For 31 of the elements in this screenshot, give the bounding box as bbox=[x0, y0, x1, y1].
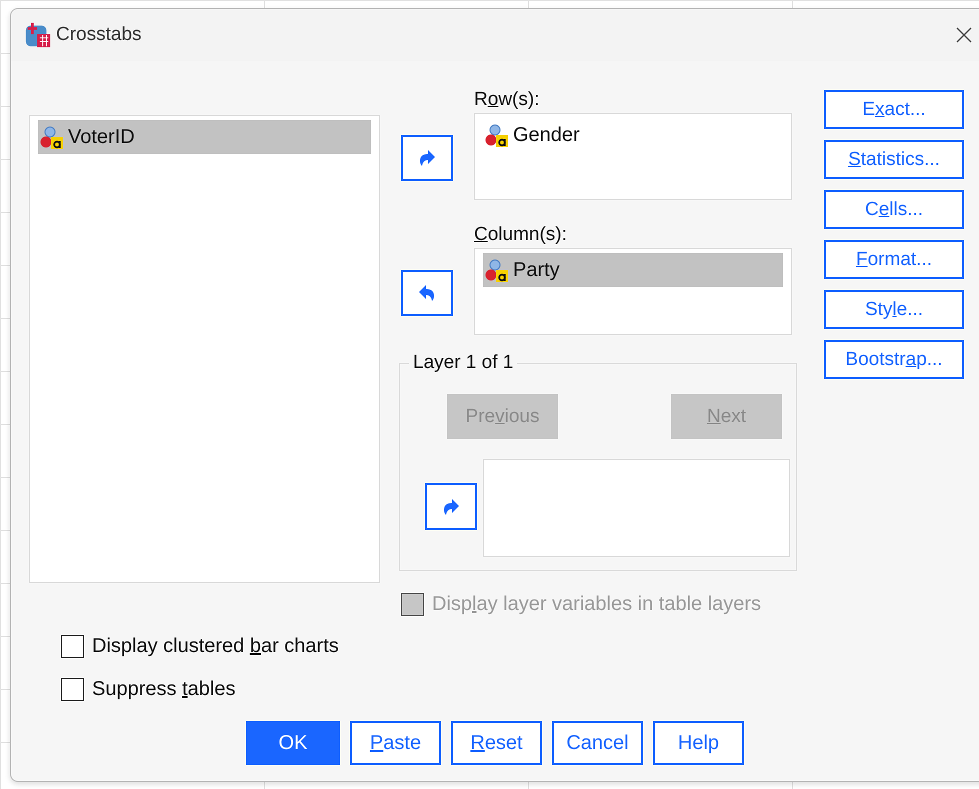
dialog-button[interactable]: Style... bbox=[824, 290, 964, 329]
dialog-button[interactable]: Cells... bbox=[824, 190, 964, 229]
variable-item[interactable]: VoterID bbox=[38, 120, 371, 154]
string-variable-icon bbox=[40, 125, 64, 149]
string-variable-icon bbox=[485, 123, 509, 147]
checkbox-label: Suppress tables bbox=[92, 678, 236, 701]
list-label: Row(s): bbox=[474, 88, 540, 112]
dialog-button[interactable]: Exact... bbox=[824, 90, 964, 129]
move-arrow-button[interactable] bbox=[401, 270, 453, 316]
dialog-button[interactable]: Reset bbox=[451, 721, 542, 765]
dialog-button[interactable]: Statistics... bbox=[824, 140, 964, 179]
variable-item[interactable]: Party bbox=[483, 253, 783, 287]
layer-group-title: Layer 1 of 1 bbox=[409, 352, 518, 374]
checkbox[interactable] bbox=[61, 678, 84, 701]
checkbox[interactable] bbox=[61, 635, 84, 658]
checkbox-label: Display clustered bar charts bbox=[92, 635, 339, 658]
dialog-button[interactable]: Paste bbox=[350, 721, 441, 765]
checkbox-label: Display layer variables in table layers bbox=[432, 593, 762, 616]
string-variable-icon bbox=[485, 258, 509, 282]
close-icon[interactable] bbox=[956, 27, 972, 43]
variable-item[interactable]: Gender bbox=[483, 118, 783, 152]
list-label: Column(s): bbox=[474, 223, 568, 247]
move-arrow-button[interactable] bbox=[401, 135, 453, 181]
move-arrow-button[interactable] bbox=[425, 483, 477, 530]
dialog-button[interactable]: Format... bbox=[824, 240, 964, 279]
window-title: Crosstabs bbox=[56, 24, 142, 46]
crosstab-table-icon bbox=[24, 21, 52, 49]
dialog-button[interactable]: Cancel bbox=[552, 721, 643, 765]
ok-button[interactable]: OK bbox=[246, 721, 340, 765]
dialog-button[interactable]: Bootstrap... bbox=[824, 340, 964, 379]
dialog-button[interactable]: Help bbox=[653, 721, 744, 765]
